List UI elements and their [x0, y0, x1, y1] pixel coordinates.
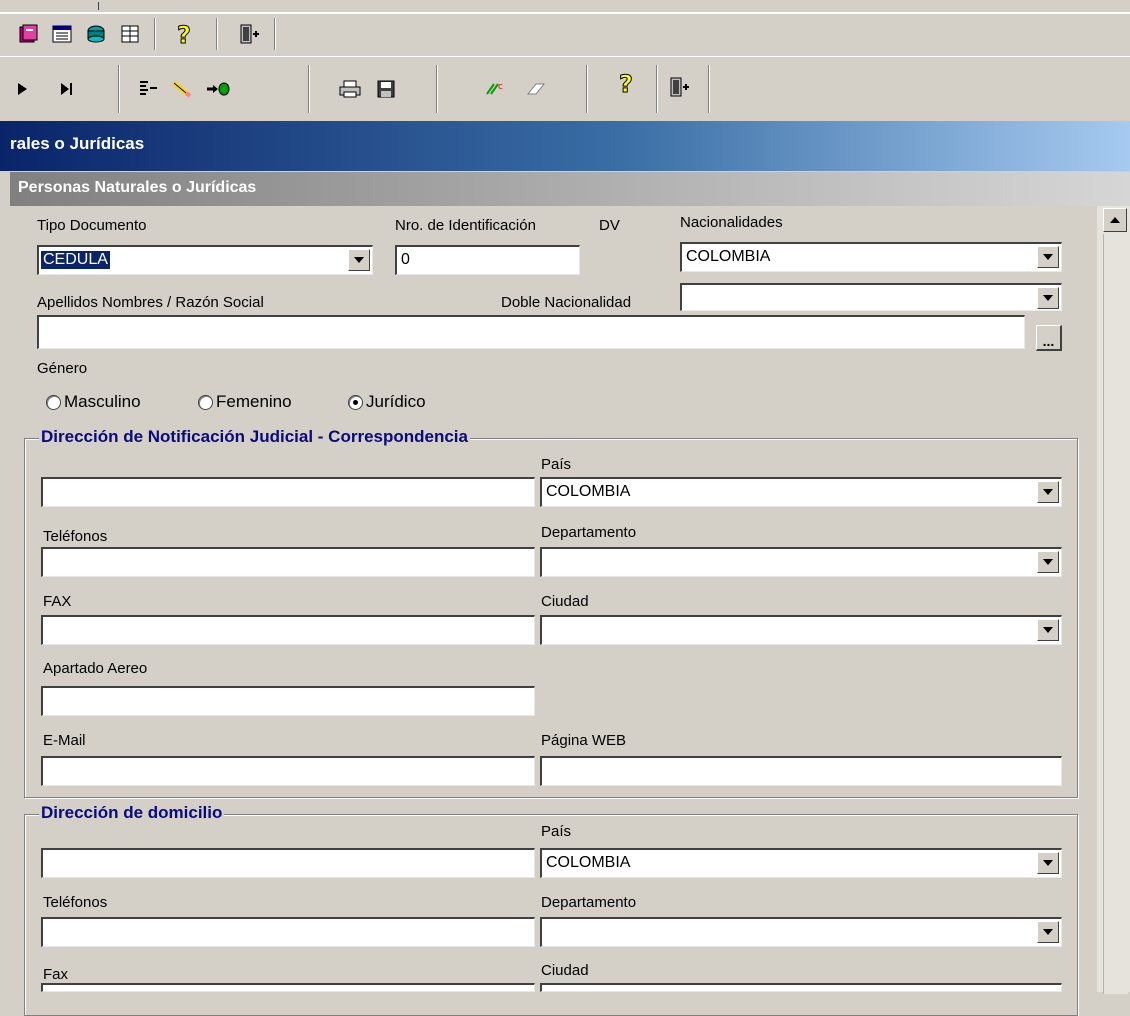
- notificacion-pais-label: País: [541, 456, 572, 473]
- radio-masculino[interactable]: Masculino: [46, 392, 141, 412]
- domicilio-pais-label: País: [541, 823, 572, 840]
- radio-femenino-label: Femenino: [216, 392, 292, 411]
- play-icon[interactable]: [8, 75, 36, 103]
- radio-juridico[interactable]: Jurídico: [348, 392, 426, 412]
- notificacion-apartado-input[interactable]: [41, 686, 535, 716]
- nro-identificacion-value: 0: [401, 251, 410, 268]
- notificacion-fax-input[interactable]: [41, 615, 535, 645]
- form-panel: Tipo Documento Nro. de Identificación DV…: [10, 206, 1096, 1016]
- doble-nacionalidad-label: Doble Nacionalidad: [501, 294, 632, 311]
- domicilio-direccion-input[interactable]: [41, 848, 535, 878]
- form-title-bar: Personas Naturales o Jurídicas: [10, 172, 1130, 206]
- chevron-down-icon[interactable]: [1037, 852, 1059, 874]
- domicilio-telefonos-input[interactable]: [41, 917, 535, 947]
- exit-door-icon[interactable]: [666, 73, 694, 101]
- chevron-down-icon[interactable]: [1037, 481, 1059, 503]
- form-title: Personas Naturales o Jurídicas: [18, 179, 257, 196]
- window-title: rales o Jurídicas: [10, 134, 145, 153]
- genero-label: Género: [37, 360, 88, 377]
- scroll-up-button[interactable]: [1103, 208, 1127, 232]
- domicilio-telefonos-label: Teléfonos: [43, 894, 108, 911]
- chevron-down-icon[interactable]: [348, 249, 370, 271]
- domicilio-pais-select[interactable]: COLOMBIA: [540, 848, 1062, 878]
- nacionalidades-select[interactable]: COLOMBIA: [680, 242, 1062, 272]
- stack-icon[interactable]: [82, 20, 110, 48]
- domicilio-fax-input[interactable]: [41, 983, 535, 992]
- domicilio-pais-value: COLOMBIA: [546, 854, 631, 871]
- list-icon[interactable]: [134, 75, 162, 103]
- toolbar-navigation: c ?: [0, 56, 1130, 122]
- window-title-bar: rales o Jurídicas: [0, 121, 1130, 171]
- tipo-documento-label: Tipo Documento: [37, 217, 147, 234]
- notificacion-fax-label: FAX: [43, 593, 72, 610]
- svg-text:?: ?: [619, 70, 633, 96]
- notificacion-email-label: E-Mail: [43, 732, 86, 749]
- domicilio-ciudad-select[interactable]: [540, 983, 1062, 992]
- eraser-icon[interactable]: [522, 75, 550, 103]
- radio-femenino[interactable]: Femenino: [198, 392, 292, 412]
- lookup-button[interactable]: ...: [1036, 325, 1062, 351]
- notificacion-telefonos-label: Teléfonos: [43, 528, 108, 545]
- doble-nacionalidad-select[interactable]: [680, 283, 1062, 311]
- calendar-icon[interactable]: [48, 20, 76, 48]
- lookup-button-label: ...: [1042, 333, 1055, 349]
- menu-strip: [0, 0, 1130, 13]
- notificacion-pais-select[interactable]: COLOMBIA: [540, 477, 1062, 507]
- scroll-track[interactable]: [1103, 234, 1128, 994]
- notificacion-pais-value: COLOMBIA: [546, 483, 631, 500]
- eraser-pen-icon[interactable]: [168, 75, 196, 103]
- arrow-right-icon[interactable]: [204, 75, 232, 103]
- radio-selected-icon: [348, 394, 363, 410]
- notificacion-direccion-input[interactable]: [41, 477, 535, 507]
- nacionalidades-value: COLOMBIA: [686, 248, 771, 265]
- notificacion-departamento-select[interactable]: [540, 547, 1062, 577]
- save-icon[interactable]: [372, 75, 400, 103]
- notificacion-telefonos-input[interactable]: [41, 547, 535, 577]
- chevron-down-icon[interactable]: [1037, 246, 1059, 268]
- domicilio-title: Dirección de domicilio: [39, 803, 225, 823]
- exit-door-icon[interactable]: [236, 20, 264, 48]
- apellidos-label: Apellidos Nombres / Razón Social: [37, 294, 264, 311]
- tipo-documento-value: CEDULA: [41, 251, 110, 269]
- domicilio-departamento-label: Departamento: [541, 894, 637, 911]
- help-icon[interactable]: ?: [170, 20, 198, 48]
- notificacion-web-input[interactable]: [540, 756, 1062, 786]
- svg-text:c: c: [498, 82, 503, 92]
- grid-icon[interactable]: [116, 20, 144, 48]
- toolbar-top: ?: [0, 13, 1130, 57]
- nro-identificacion-input[interactable]: 0: [395, 245, 580, 275]
- apellidos-input[interactable]: [37, 315, 1025, 349]
- notificacion-departamento-label: Departamento: [541, 524, 637, 541]
- tipo-documento-select[interactable]: CEDULA: [37, 245, 373, 275]
- notificacion-apartado-label: Apartado Aereo: [43, 660, 148, 677]
- chevron-down-icon[interactable]: [1037, 619, 1059, 641]
- notificacion-title: Dirección de Notificación Judicial - Cor…: [39, 427, 470, 447]
- domicilio-fax-label: Fax: [43, 966, 69, 983]
- notificacion-email-input[interactable]: [41, 756, 535, 786]
- nacionalidades-label: Nacionalidades: [680, 214, 783, 231]
- spellcheck-icon[interactable]: c: [482, 75, 510, 103]
- dv-label: DV: [599, 217, 620, 234]
- chevron-down-icon[interactable]: [1037, 921, 1059, 943]
- chevron-up-icon: [1110, 217, 1120, 223]
- printer-icon[interactable]: [336, 75, 364, 103]
- radio-button-icon: [198, 394, 213, 410]
- vertical-scrollbar[interactable]: [1097, 206, 1130, 994]
- radio-button-icon: [46, 394, 61, 410]
- domicilio-ciudad-label: Ciudad: [541, 962, 589, 979]
- help-icon[interactable]: ?: [612, 69, 640, 97]
- svg-text:?: ?: [177, 21, 191, 47]
- chevron-down-icon[interactable]: [1037, 287, 1059, 309]
- chevron-down-icon[interactable]: [1037, 551, 1059, 573]
- notificacion-ciudad-select[interactable]: [540, 615, 1062, 645]
- book-icon[interactable]: [14, 20, 42, 48]
- radio-masculino-label: Masculino: [64, 392, 141, 411]
- notificacion-web-label: Página WEB: [541, 732, 627, 749]
- radio-juridico-label: Jurídico: [366, 392, 426, 411]
- skip-end-icon[interactable]: [52, 75, 80, 103]
- nro-identificacion-label: Nro. de Identificación: [395, 217, 536, 234]
- notificacion-ciudad-label: Ciudad: [541, 593, 589, 610]
- domicilio-departamento-select[interactable]: [540, 917, 1062, 947]
